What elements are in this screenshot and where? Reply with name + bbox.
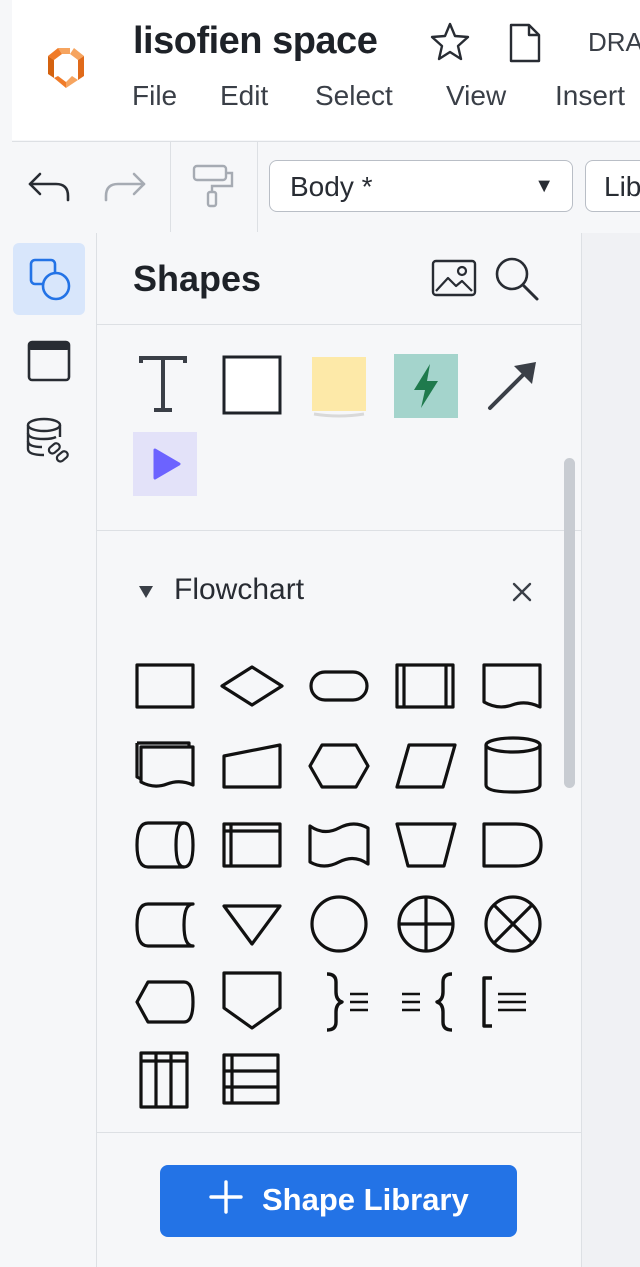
font-family-value: Lib [604,171,640,202]
summing-junction-icon[interactable] [484,895,542,953]
page-frame-icon[interactable] [25,337,73,385]
delay-icon[interactable] [482,822,543,868]
arrow-line-icon[interactable] [484,358,540,414]
image-insert-icon[interactable] [430,258,478,298]
toolbar-divider [257,141,258,232]
rectangle-shape-icon[interactable] [222,355,282,415]
data-icon[interactable] [395,743,457,789]
shapes-icon [29,258,71,301]
swimlane-vertical-icon[interactable] [139,1051,189,1109]
display-icon[interactable] [135,980,195,1024]
shape-library-button[interactable]: Shape Library [160,1165,517,1237]
flowchart-shapes-grid [135,663,543,1109]
data-linking-icon[interactable] [22,415,78,467]
flowchart-section-title[interactable]: Flowchart [174,573,304,607]
sticky-note-icon[interactable] [311,356,367,418]
video-play-tile[interactable] [133,432,197,496]
action-bolt-icon [414,364,438,408]
menu-insert[interactable]: Insert [555,80,625,112]
menu-select[interactable]: Select [315,80,393,112]
collapse-triangle-icon[interactable] [136,583,156,601]
close-icon[interactable] [510,580,534,604]
panel-divider [97,324,581,325]
video-play-icon [153,448,181,480]
font-family-select[interactable]: Lib [585,160,640,212]
process-icon[interactable] [135,663,195,709]
annotation-icon[interactable] [482,976,526,1028]
document-title[interactable]: lisofien space [133,20,378,63]
text-shape-icon[interactable] [137,355,189,413]
stored-data-icon[interactable] [135,902,195,948]
manual-input-icon[interactable] [222,743,282,789]
search-icon[interactable] [492,254,542,304]
undo-icon[interactable] [26,166,74,206]
merge-icon[interactable] [222,904,282,946]
direct-access-storage-icon[interactable] [135,821,195,869]
dropdown-caret-icon: ▼ [534,175,554,197]
brace-note-left-icon[interactable] [402,972,453,1032]
star-favorite-icon[interactable] [428,20,472,64]
document-icon[interactable] [482,663,542,709]
app-logo[interactable] [40,42,92,94]
text-style-select[interactable]: Body * ▼ [269,160,573,212]
format-painter-icon[interactable] [190,162,238,208]
toolbar-divider [170,141,171,232]
redo-icon[interactable] [100,166,148,206]
canvas-area[interactable] [582,233,640,1267]
or-icon[interactable] [397,895,455,953]
connector-icon[interactable] [310,895,368,953]
text-style-value: Body * [290,171,373,202]
panel-divider [97,1132,581,1133]
plus-icon [209,1180,243,1214]
panel-scrollbar[interactable] [564,458,575,788]
paper-tape-icon[interactable] [308,822,370,868]
menu-edit[interactable]: Edit [220,80,268,112]
off-page-link-icon[interactable] [222,971,282,1030]
rail-shapes-button[interactable] [13,243,85,315]
shape-library-label: Shape Library [262,1182,469,1217]
database-icon[interactable] [484,736,542,794]
left-rail [0,233,97,1267]
menu-file[interactable]: File [132,80,177,112]
action-bolt-tile[interactable] [394,354,458,418]
decision-icon[interactable] [220,665,284,707]
panel-title: Shapes [133,258,262,299]
internal-storage-icon[interactable] [222,822,282,868]
document-icon[interactable] [505,22,545,64]
panel-divider [97,530,581,531]
predefined-process-icon[interactable] [395,663,455,709]
document-status: DRA [588,27,640,57]
preparation-icon[interactable] [308,743,370,789]
manual-operation-icon[interactable] [395,822,457,868]
terminator-icon[interactable] [309,670,369,702]
menu-view[interactable]: View [446,80,506,112]
multiple-documents-icon[interactable] [135,741,195,788]
brace-note-right-icon[interactable] [326,972,368,1032]
swimlane-horizontal-icon[interactable] [222,1053,280,1105]
